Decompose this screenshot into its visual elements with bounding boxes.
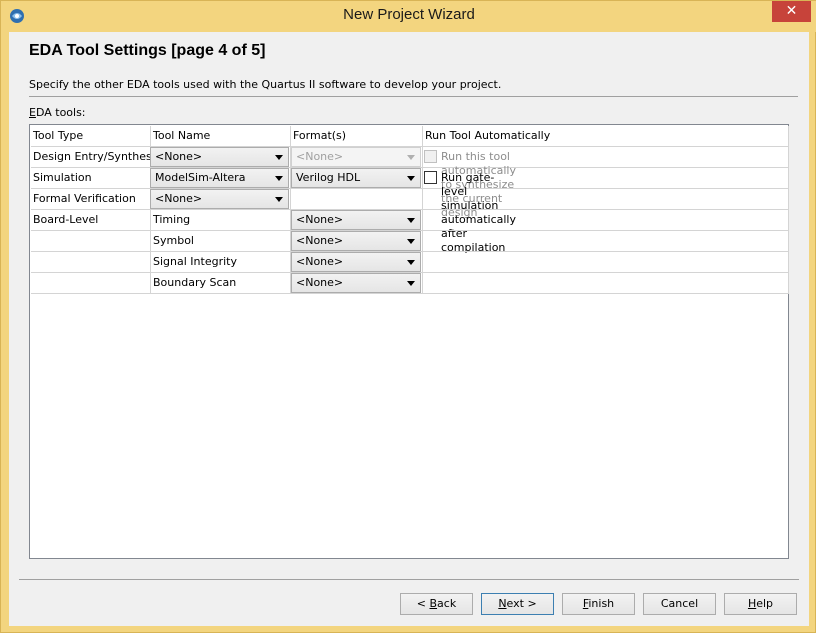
board-level-signal-integrity-label: Signal Integrity: [151, 252, 291, 273]
header-separator: [29, 96, 798, 97]
simulation-tool-name-select[interactable]: ModelSim-Altera: [150, 168, 289, 188]
chevron-down-icon: [407, 260, 415, 265]
title-bar[interactable]: New Project Wizard ✕: [1, 1, 816, 32]
table-cell: [423, 210, 789, 231]
boundary-scan-format-select[interactable]: <None>: [291, 273, 421, 293]
table-row-tool-type: [31, 252, 151, 273]
simulation-run-auto-checkbox[interactable]: [424, 171, 437, 184]
signal-integrity-format-select[interactable]: <None>: [291, 252, 421, 272]
board-level-symbol-label: Symbol: [151, 231, 291, 252]
table-cell: [423, 231, 789, 252]
eda-tools-table[interactable]: Tool Type Tool Name Format(s) Run Tool A…: [29, 124, 789, 559]
table-cell: [423, 273, 789, 294]
next-button[interactable]: Next >: [481, 593, 554, 615]
chevron-down-icon: [275, 155, 283, 160]
table-cell: [291, 189, 423, 210]
chevron-down-icon: [407, 155, 415, 160]
window-title: New Project Wizard: [343, 6, 475, 23]
design-entry-format-select: <None>: [291, 147, 421, 167]
table-row-tool-type: [31, 231, 151, 252]
chevron-down-icon: [407, 281, 415, 286]
table-row-tool-type: Simulation: [31, 168, 151, 189]
table-cell: [423, 189, 789, 210]
chevron-down-icon: [275, 176, 283, 181]
cancel-button[interactable]: Cancel: [643, 593, 716, 615]
back-button[interactable]: < Back: [400, 593, 473, 615]
chevron-down-icon: [407, 218, 415, 223]
column-header-formats: Format(s): [291, 126, 423, 147]
page-description: Specify the other EDA tools used with th…: [29, 78, 502, 91]
table-row-tool-type: Formal Verification: [31, 189, 151, 210]
table-cell: [423, 252, 789, 273]
window-frame: New Project Wizard ✕ EDA Tool Settings […: [0, 0, 816, 633]
close-button[interactable]: ✕: [772, 1, 811, 22]
footer-separator: [19, 579, 799, 580]
board-level-boundary-scan-label: Boundary Scan: [151, 273, 291, 294]
wizard-header: EDA Tool Settings [page 4 of 5] Specify …: [9, 32, 809, 98]
column-header-tool-type: Tool Type: [31, 126, 151, 147]
column-header-run-tool-automatically: Run Tool Automatically: [423, 126, 789, 147]
symbol-format-select[interactable]: <None>: [291, 231, 421, 251]
chevron-down-icon: [407, 176, 415, 181]
formal-verification-tool-name-select[interactable]: <None>: [150, 189, 289, 209]
board-level-timing-label: Timing: [151, 210, 291, 231]
design-entry-run-auto-checkbox: [424, 150, 437, 163]
table-row-tool-type: Board-Level: [31, 210, 151, 231]
help-button[interactable]: Help: [724, 593, 797, 615]
chevron-down-icon: [407, 239, 415, 244]
table-row-tool-type: [31, 273, 151, 294]
design-entry-tool-name-select[interactable]: <None>: [150, 147, 289, 167]
eda-tools-label: EDA tools:: [29, 106, 86, 119]
timing-format-select[interactable]: <None>: [291, 210, 421, 230]
column-header-tool-name: Tool Name: [151, 126, 291, 147]
finish-button[interactable]: Finish: [562, 593, 635, 615]
wizard-client-area: EDA Tool Settings [page 4 of 5] Specify …: [9, 32, 809, 626]
chevron-down-icon: [275, 197, 283, 202]
table-row-tool-type: Design Entry/Synthesis: [31, 147, 151, 168]
close-icon: ✕: [785, 3, 798, 19]
simulation-format-select[interactable]: Verilog HDL: [291, 168, 421, 188]
page-title: EDA Tool Settings [page 4 of 5]: [29, 42, 266, 59]
